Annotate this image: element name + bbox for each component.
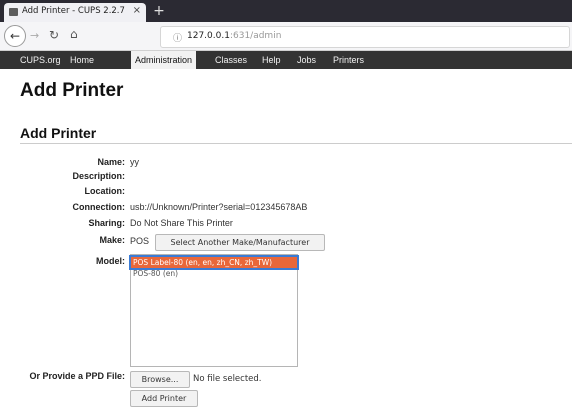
model-option-selected[interactable]: POS Label-80 (en, en, zh_CN, zh_TW)	[129, 255, 299, 270]
reload-icon[interactable]: ↻	[49, 28, 59, 42]
section-title: Add Printer	[20, 125, 97, 141]
select-make-button[interactable]: Select Another Make/Manufacturer	[155, 234, 325, 251]
sharing-value: Do Not Share This Printer	[130, 218, 233, 228]
browse-button[interactable]: Browse...	[130, 371, 190, 388]
menu-item-help[interactable]: Help	[258, 51, 285, 69]
description-label: Description:	[72, 171, 125, 181]
no-file-text: No file selected.	[193, 374, 262, 384]
url-path: :631/admin	[229, 31, 282, 41]
make-label: Make:	[99, 235, 125, 245]
browser-nav-bar: ← → ↻ ⌂ ⓘ 127.0.0.1:631/admin	[0, 22, 572, 51]
browser-tab[interactable]: Add Printer - CUPS 2.2.7 ×	[4, 3, 146, 22]
menu-item-printers[interactable]: Printers	[329, 51, 368, 69]
printer-favicon-icon	[9, 8, 18, 16]
url-bar[interactable]: ⓘ 127.0.0.1:631/admin	[160, 26, 570, 48]
model-label: Model:	[96, 256, 125, 266]
connection-label: Connection:	[72, 202, 126, 212]
section-divider	[20, 143, 572, 144]
url-text: 127.0.0.1:631/admin	[187, 31, 281, 41]
add-printer-button[interactable]: Add Printer	[130, 390, 198, 407]
page-title: Add Printer	[20, 80, 124, 101]
connection-value: usb://Unknown/Printer?serial=012345678AB	[130, 202, 308, 212]
browser-tab-bar: Add Printer - CUPS 2.2.7 × +	[0, 0, 572, 22]
sharing-label: Sharing:	[88, 218, 125, 228]
menu-item-jobs[interactable]: Jobs	[293, 51, 320, 69]
info-icon[interactable]: ⓘ	[173, 31, 182, 44]
home-icon[interactable]: ⌂	[70, 27, 78, 41]
new-tab-icon[interactable]: +	[150, 3, 168, 19]
url-host: 127.0.0.1	[187, 31, 230, 41]
make-value: POS	[130, 236, 150, 246]
location-label: Location:	[84, 186, 126, 196]
back-arrow-icon[interactable]: ←	[4, 25, 26, 47]
menu-item-administration[interactable]: Administration	[131, 51, 197, 69]
menu-item-home[interactable]: Home	[66, 51, 98, 69]
tab-close-icon[interactable]: ×	[133, 5, 141, 16]
model-listbox[interactable]: POS Label-80 (en, en, zh_CN, zh_TW) POS-…	[129, 254, 299, 367]
menu-item-cups-org[interactable]: CUPS.org	[16, 51, 65, 69]
tab-title: Add Printer - CUPS 2.2.7	[22, 6, 125, 16]
menu-item-classes[interactable]: Classes	[211, 51, 251, 69]
name-value: yy	[130, 157, 139, 167]
ppd-file-label: Or Provide a PPD File:	[29, 371, 125, 381]
model-option[interactable]: POS-80 (en)	[131, 268, 297, 279]
forward-arrow-icon[interactable]: →	[30, 29, 39, 42]
cups-menu-bar: CUPS.org Home Administration Classes Hel…	[0, 51, 572, 69]
name-label: Name:	[97, 157, 125, 167]
